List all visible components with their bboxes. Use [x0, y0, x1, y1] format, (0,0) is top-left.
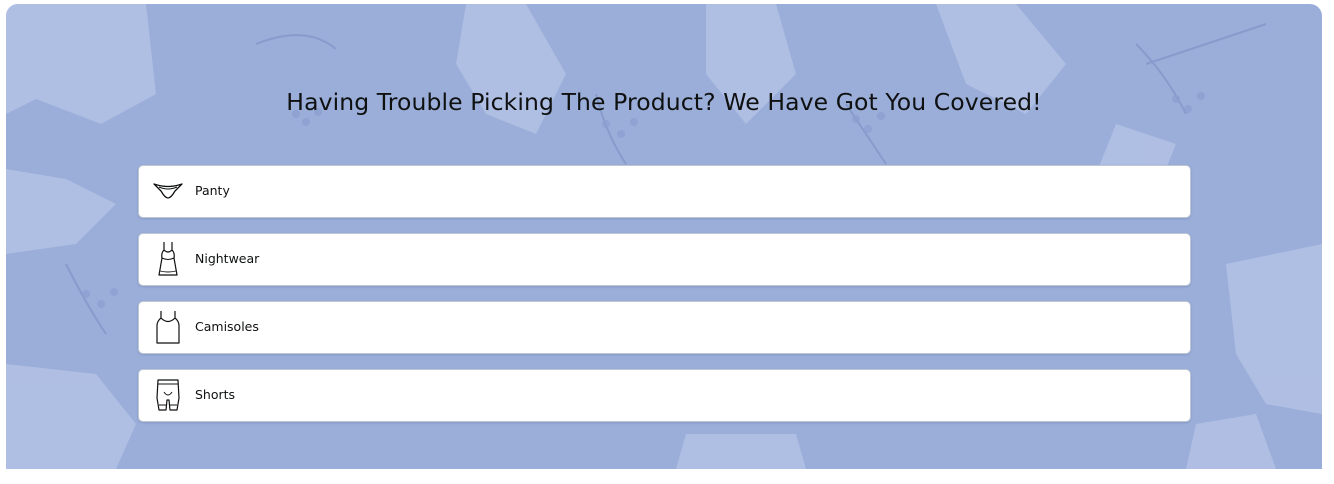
section-title: Having Trouble Picking The Product? We H… — [286, 87, 1042, 116]
product-picker-section: Having Trouble Picking The Product? We H… — [6, 4, 1322, 469]
product-label: Nightwear — [195, 251, 260, 266]
product-label: Shorts — [195, 387, 236, 402]
product-item-panty[interactable]: Panty — [138, 165, 1191, 218]
product-item-shorts[interactable]: Shorts — [138, 369, 1191, 422]
product-label: Panty — [195, 183, 230, 198]
product-item-camisoles[interactable]: Camisoles — [138, 301, 1191, 354]
nightwear-icon — [153, 241, 183, 277]
shorts-icon — [153, 377, 183, 413]
product-label: Camisoles — [195, 319, 259, 334]
page-bottom-strip — [0, 469, 1334, 484]
camisole-icon — [153, 309, 183, 345]
product-item-nightwear[interactable]: Nightwear — [138, 233, 1191, 286]
panty-icon — [153, 173, 183, 209]
